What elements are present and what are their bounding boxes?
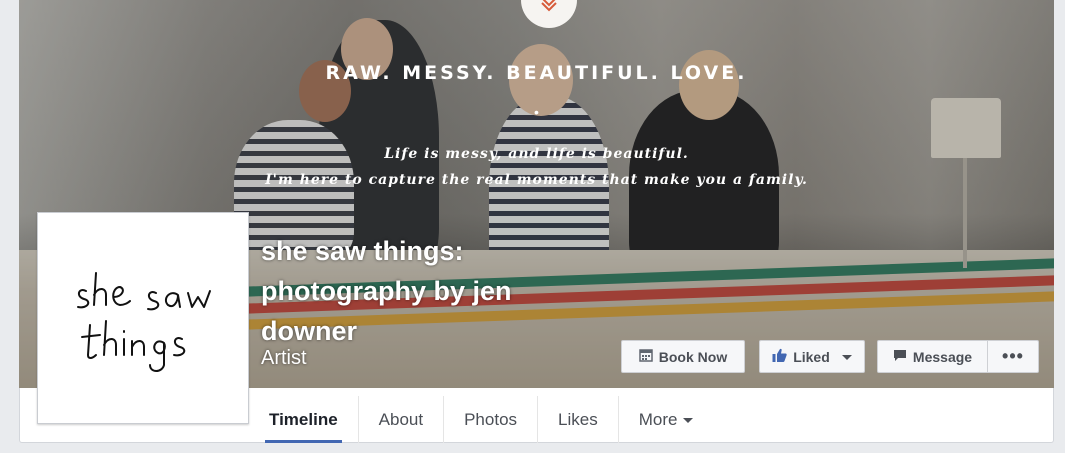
tab-about[interactable]: About [359,396,445,443]
she-saw-things-logo [77,272,211,372]
chevron-down-icon [683,418,694,423]
cover-tagline: RAW. MESSY. BEAUTIFUL. LOVE. [325,62,748,84]
cover-quote-line1: Life is messy, and life is beautiful. [384,146,689,162]
thumbs-up-icon [772,348,787,365]
chevron-down-icon [841,355,852,360]
book-now-label: Book Now [658,348,728,365]
book-now-button[interactable]: Book Now [621,340,745,373]
liked-label: Liked [793,348,830,365]
cover-quote-line2: I'm here to capture the real moments tha… [265,172,808,188]
more-options-button[interactable]: ••• [987,340,1039,373]
message-label: Message [912,348,973,365]
tab-likes[interactable]: Likes [538,396,619,443]
tab-timeline[interactable]: Timeline [249,396,359,443]
tab-more[interactable]: More [619,396,714,443]
page-category[interactable]: Artist [261,347,307,370]
message-button[interactable]: Message [877,340,988,373]
page-tabs: Timeline About Photos Likes More [249,396,713,444]
tab-photos[interactable]: Photos [444,396,539,443]
calendar-icon [639,348,653,365]
cover-dot: • [534,104,539,120]
profile-picture[interactable] [37,212,249,424]
liked-button[interactable]: Liked [759,340,865,373]
speech-bubble-icon [893,349,907,365]
page-title[interactable]: she saw things: photography by jen downe… [261,231,581,351]
